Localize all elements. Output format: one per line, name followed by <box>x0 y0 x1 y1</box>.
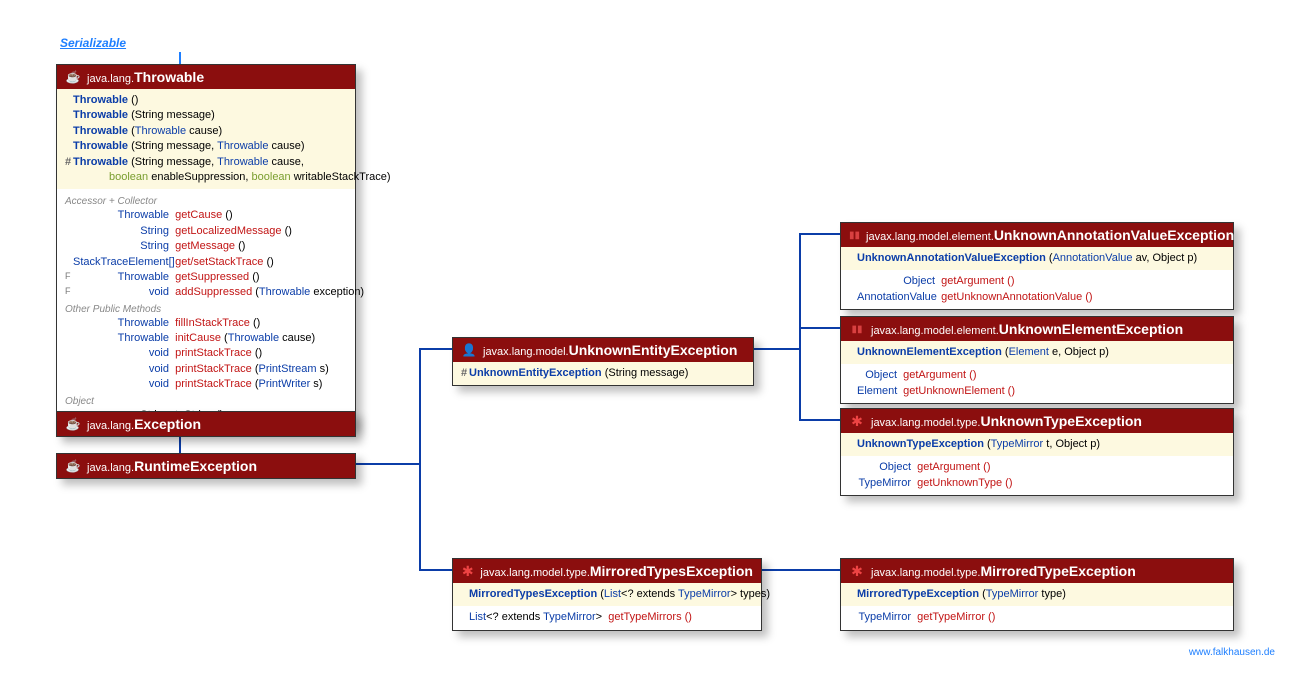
class-name: RuntimeException <box>134 458 257 474</box>
cup-icon <box>65 416 81 432</box>
method[interactable]: getUnknownAnnotationValue () <box>941 291 1092 303</box>
ctor[interactable]: Throwable <box>73 109 128 121</box>
class-uee: javax.lang.model.element.UnknownElementE… <box>840 316 1234 404</box>
class-exception: java.lang.Exception <box>56 411 356 437</box>
class-ute: javax.lang.model.type.UnknownTypeExcepti… <box>840 408 1234 496</box>
class-unknownentityexception: javax.lang.model.UnknownEntityException … <box>452 337 754 386</box>
method[interactable]: printStackTrace <box>175 347 252 359</box>
class-name: MirroredTypeException <box>980 563 1135 579</box>
class-header-runtimeexception[interactable]: java.lang.RuntimeException <box>57 454 355 478</box>
method[interactable]: fillInStackTrace <box>175 317 250 329</box>
pkg-label: javax.lang.model.element. <box>871 325 999 337</box>
class-name: Exception <box>134 416 201 432</box>
watermark[interactable]: www.falkhausen.de <box>1189 647 1275 658</box>
method[interactable]: getUnknownElement () <box>903 385 1015 397</box>
class-name: Throwable <box>134 69 204 85</box>
bars-icon <box>849 321 865 337</box>
method[interactable]: getCause <box>175 209 222 221</box>
method[interactable]: getArgument () <box>903 369 976 381</box>
ctor[interactable]: MirroredTypeException <box>857 588 979 600</box>
pkg-label: java.lang. <box>87 462 134 474</box>
method[interactable]: printStackTrace <box>175 363 252 375</box>
method[interactable]: getLocalizedMessage <box>175 225 281 237</box>
serializable-label[interactable]: Serializable <box>60 36 126 50</box>
ctor[interactable]: Throwable <box>73 156 128 168</box>
star-icon <box>461 563 474 579</box>
class-header[interactable]: javax.lang.model.type.UnknownTypeExcepti… <box>841 409 1233 433</box>
pkg-label: javax.lang.model.type. <box>480 567 589 579</box>
ctor[interactable]: Throwable <box>73 125 128 137</box>
protected-marker: # <box>459 366 469 381</box>
star-icon <box>849 413 865 429</box>
class-runtimeexception: java.lang.RuntimeException <box>56 453 356 479</box>
return-type: Object <box>857 368 897 383</box>
person-icon <box>461 342 477 358</box>
return-type: TypeMirror <box>857 610 911 625</box>
pkg-label: javax.lang.model. <box>483 346 569 358</box>
class-mtes: javax.lang.model.type.MirroredTypesExcep… <box>452 558 762 631</box>
ctor[interactable]: Throwable <box>73 94 128 106</box>
method[interactable]: getSuppressed <box>175 271 249 283</box>
ctor[interactable]: UnknownElementException <box>857 346 1002 358</box>
section-label: Other Public Methods <box>63 301 349 316</box>
ctor[interactable]: MirroredTypesException <box>469 588 597 600</box>
ctor[interactable]: Throwable <box>73 140 128 152</box>
class-name: MirroredTypesException <box>590 563 753 579</box>
return-type: AnnotationValue <box>857 290 935 305</box>
class-uave: javax.lang.model.element.UnknownAnnotati… <box>840 222 1234 310</box>
return-type: Object <box>857 460 911 475</box>
method[interactable]: getUnknownType () <box>917 477 1012 489</box>
ctor[interactable]: UnknownAnnotationValueException <box>857 252 1046 264</box>
class-header-throwable[interactable]: java.lang.Throwable <box>57 65 355 89</box>
method[interactable]: initCause <box>175 332 221 344</box>
section-label: Accessor + Collector <box>63 193 349 208</box>
class-header-exception[interactable]: java.lang.Exception <box>57 412 355 436</box>
pkg-label: java.lang. <box>87 420 134 432</box>
method[interactable]: getMessage <box>175 240 235 252</box>
method[interactable]: getTypeMirrors () <box>608 611 692 623</box>
method[interactable]: getArgument () <box>917 461 990 473</box>
method[interactable]: addSuppressed <box>175 286 252 298</box>
class-name: UnknownElementException <box>999 321 1183 337</box>
return-type: TypeMirror <box>857 476 911 491</box>
class-header[interactable]: javax.lang.model.element.UnknownAnnotati… <box>841 223 1233 247</box>
pkg-label: javax.lang.model.type. <box>871 567 980 579</box>
method[interactable]: getTypeMirror () <box>917 611 995 623</box>
class-header[interactable]: javax.lang.model.type.MirroredTypesExcep… <box>453 559 761 583</box>
constructors-section: Throwable () Throwable (String message) … <box>57 89 355 189</box>
ctor[interactable]: UnknownTypeException <box>857 438 984 450</box>
class-name: UnknownTypeException <box>980 413 1142 429</box>
class-name: UnknownEntityException <box>569 342 738 358</box>
return-type: Object <box>857 274 935 289</box>
class-mte: javax.lang.model.type.MirroredTypeExcept… <box>840 558 1234 631</box>
section-label: Object <box>63 393 349 408</box>
pkg-label: java.lang. <box>87 73 134 85</box>
pkg-label: javax.lang.model.element. <box>866 231 994 243</box>
bars-icon <box>849 227 860 243</box>
class-header[interactable]: javax.lang.model.type.MirroredTypeExcept… <box>841 559 1233 583</box>
cup-icon <box>65 458 81 474</box>
method[interactable]: getArgument () <box>941 275 1014 287</box>
class-header[interactable]: javax.lang.model.element.UnknownElementE… <box>841 317 1233 341</box>
class-name: UnknownAnnotationValueException <box>994 227 1234 243</box>
methods-section: Accessor + Collector Throwable getCause … <box>57 189 355 427</box>
star-icon <box>849 563 865 579</box>
pkg-label: javax.lang.model.type. <box>871 417 980 429</box>
cup-icon <box>65 69 81 85</box>
return-type: Element <box>857 384 897 399</box>
class-header[interactable]: javax.lang.model.UnknownEntityException <box>453 338 753 362</box>
method[interactable]: printStackTrace <box>175 378 252 390</box>
method[interactable]: get/setStackTrace <box>175 256 263 268</box>
class-throwable: java.lang.Throwable Throwable () Throwab… <box>56 64 356 428</box>
ctor[interactable]: UnknownEntityException <box>469 367 602 379</box>
